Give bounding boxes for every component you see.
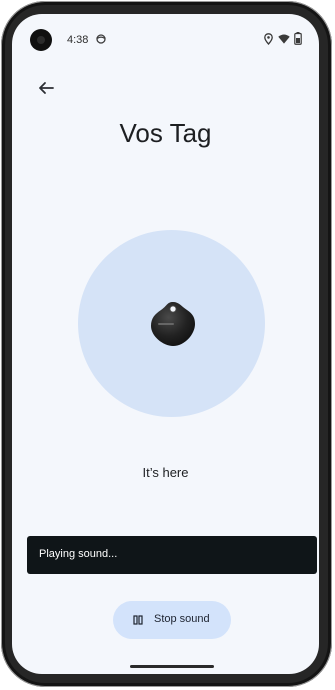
proximity-status: It’s here [142,465,189,480]
gesture-home-bar[interactable] [130,665,214,668]
wifi-icon [278,34,290,44]
device-screen: 4:38 Vos Tag It’s here Playing sound... … [12,14,319,674]
stop-sound-label: Stop sound [154,613,210,625]
tracker-tag-icon [145,296,201,352]
battery-icon [294,32,302,45]
status-time: 4:38 [67,34,89,46]
stop-sound-button[interactable]: Stop sound [113,601,231,639]
snackbar-text: Playing sound... [39,548,118,560]
back-button[interactable] [34,76,58,100]
arrow-left-icon [39,82,54,94]
front-camera [30,29,52,51]
pause-icon [133,615,143,625]
notification-face-icon [96,34,106,44]
location-icon [264,33,273,45]
snackbar: Playing sound... [27,536,317,574]
status-bar: 4:38 [12,14,319,66]
page-title: Vos Tag [119,118,212,148]
